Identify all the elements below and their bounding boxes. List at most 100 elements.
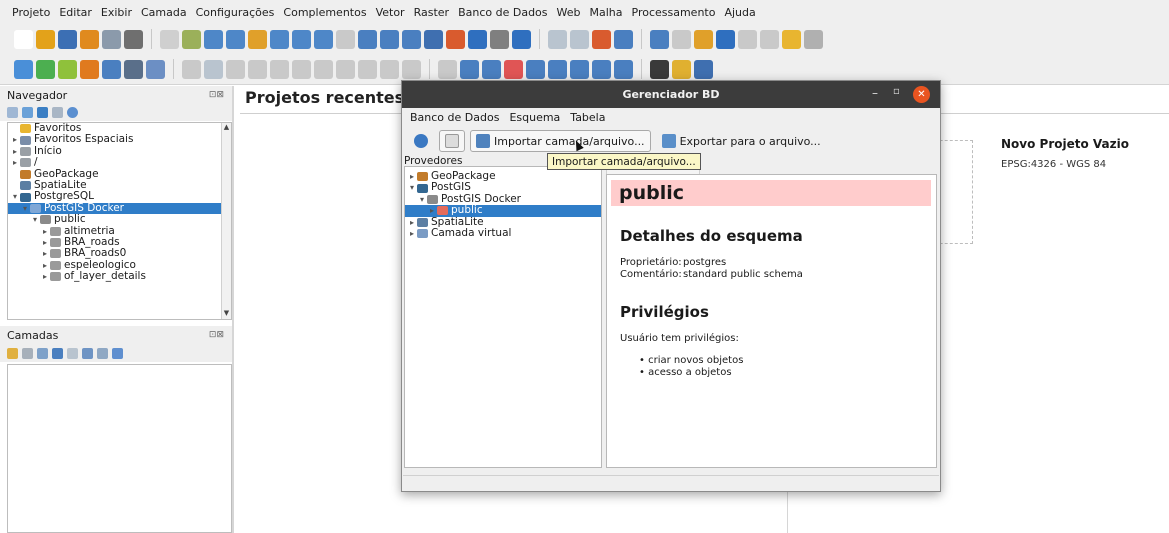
toolbar-tool-icon[interactable]: [14, 59, 33, 79]
visibility-icon[interactable]: [37, 347, 48, 359]
chevron-right-icon[interactable]: ▸: [427, 205, 437, 216]
menu-exibir[interactable]: Exibir: [101, 6, 132, 19]
toolbar-tool-icon[interactable]: [804, 29, 823, 49]
toolbar-tool-icon[interactable]: [650, 29, 669, 49]
menu-editar[interactable]: Editar: [59, 6, 92, 19]
chevron-right-icon[interactable]: ▸: [10, 157, 20, 168]
layers-float-close-icon[interactable]: ⊡⊠: [209, 330, 224, 340]
toolbar-tool-icon[interactable]: [336, 29, 355, 49]
dock-splitter[interactable]: [232, 86, 234, 533]
chevron-right-icon[interactable]: ▸: [10, 134, 20, 145]
toolbar-tool-icon[interactable]: [468, 29, 487, 49]
toolbar-tool-icon[interactable]: [460, 59, 479, 79]
db-menu-banco-de-dados[interactable]: Banco de Dados: [410, 111, 499, 124]
navigator-item-inicio[interactable]: ▸ Início: [8, 145, 231, 157]
chevron-right-icon[interactable]: ▸: [40, 237, 50, 248]
toolbar-tool-icon[interactable]: [716, 29, 735, 49]
import-layer-button[interactable]: Importar camada/arquivo...: [470, 130, 651, 152]
toolbar-tool-icon[interactable]: [548, 59, 567, 79]
toolbar-tool-icon[interactable]: [58, 29, 77, 49]
toolbar-tool-icon[interactable]: [614, 59, 633, 79]
panel-float-close-icon[interactable]: ⊡⊠: [209, 90, 224, 100]
navigator-item-postgis-docker[interactable]: ▾ PostGIS Docker: [8, 202, 231, 215]
menu-projeto[interactable]: Projeto: [12, 6, 50, 19]
navigator-tree[interactable]: Favoritos ▸ Favoritos Espaciais ▸ Início ▸ / Ge…: [7, 122, 232, 320]
chevron-right-icon[interactable]: ▸: [407, 228, 417, 239]
menu-vetor[interactable]: Vetor: [376, 6, 405, 19]
toolbar-tool-icon[interactable]: [336, 59, 355, 79]
toolbar-tool-icon[interactable]: [226, 29, 245, 49]
refresh-icon[interactable]: [22, 107, 33, 118]
toolbar-tool-icon[interactable]: [292, 29, 311, 49]
chevron-right-icon[interactable]: ▸: [40, 271, 50, 282]
toolbar-tool-icon[interactable]: [402, 59, 421, 79]
navigator-scrollbar[interactable]: ▲ ▼: [221, 123, 231, 319]
toolbar-tool-icon[interactable]: [102, 29, 121, 49]
db-menu-esquema[interactable]: Esquema: [509, 111, 560, 124]
toolbar-tool-icon[interactable]: [760, 29, 779, 49]
navigator-item-[interactable]: ▸ /: [8, 156, 231, 168]
providers-tree[interactable]: ▸ GeoPackage ▾ PostGIS ▾ PostGIS Docker ▸ publi…: [404, 166, 602, 468]
chevron-right-icon[interactable]: ▸: [407, 217, 417, 228]
refresh-button[interactable]: [408, 130, 434, 152]
toolbar-tool-icon[interactable]: [36, 29, 55, 49]
toolbar-tool-icon[interactable]: [482, 59, 501, 79]
toolbar-tool-icon[interactable]: [424, 29, 443, 49]
chevron-down-icon[interactable]: ▾: [20, 203, 30, 214]
toolbar-tool-icon[interactable]: [614, 29, 633, 49]
toolbar-tool-icon[interactable]: [402, 29, 421, 49]
toolbar-tool-icon[interactable]: [672, 29, 691, 49]
navigator-item-of-layer-details[interactable]: ▸ of_layer_details: [8, 270, 231, 282]
toolbar-tool-icon[interactable]: [124, 29, 143, 49]
toolbar-tool-icon[interactable]: [146, 59, 165, 79]
chevron-right-icon[interactable]: ▸: [407, 171, 417, 182]
toolbar-tool-icon[interactable]: [270, 29, 289, 49]
db-menu-tabela[interactable]: Tabela: [570, 111, 605, 124]
toolbar-tool-icon[interactable]: [160, 29, 179, 49]
style-icon[interactable]: [7, 347, 18, 359]
maximize-icon[interactable]: ▫: [893, 86, 900, 97]
toolbar-tool-icon[interactable]: [570, 59, 589, 79]
menu-web[interactable]: Web: [557, 6, 581, 19]
toolbar-tool-icon[interactable]: [314, 59, 333, 79]
chevron-right-icon[interactable]: ▸: [40, 226, 50, 237]
provider-item-public[interactable]: ▸ public: [405, 204, 601, 217]
toolbar-tool-icon[interactable]: [248, 29, 267, 49]
menu-banco-de-dados[interactable]: Banco de Dados: [458, 6, 547, 19]
toolbar-tool-icon[interactable]: [592, 29, 611, 49]
expression-filter-icon[interactable]: [67, 347, 78, 359]
menu-raster[interactable]: Raster: [414, 6, 449, 19]
collapse-all-icon[interactable]: [52, 107, 63, 118]
toolbar-tool-icon[interactable]: [446, 29, 465, 49]
toolbar-tool-icon[interactable]: [380, 59, 399, 79]
add-group-icon[interactable]: [22, 347, 33, 359]
toolbar-tool-icon[interactable]: [204, 29, 223, 49]
toolbar-tool-icon[interactable]: [512, 29, 531, 49]
chevron-right-icon[interactable]: ▸: [40, 260, 50, 271]
toolbar-tool-icon[interactable]: [80, 29, 99, 49]
toolbar-tool-icon[interactable]: [672, 59, 691, 79]
toolbar-tool-icon[interactable]: [248, 59, 267, 79]
properties-icon[interactable]: [67, 107, 78, 118]
toolbar-tool-icon[interactable]: [226, 59, 245, 79]
chevron-down-icon[interactable]: ▾: [417, 194, 427, 205]
filter-legend-icon[interactable]: [52, 347, 63, 359]
toolbar-tool-icon[interactable]: [490, 29, 509, 49]
toolbar-tool-icon[interactable]: [58, 59, 77, 79]
minimize-icon[interactable]: –: [872, 86, 878, 100]
toolbar-tool-icon[interactable]: [592, 59, 611, 79]
toolbar-tool-icon[interactable]: [570, 29, 589, 49]
toolbar-tool-icon[interactable]: [526, 59, 545, 79]
toolbar-tool-icon[interactable]: [438, 59, 457, 79]
menu-camada[interactable]: Camada: [141, 6, 187, 19]
add-selected-icon[interactable]: [7, 107, 18, 118]
toolbar-tool-icon[interactable]: [182, 59, 201, 79]
toolbar-tool-icon[interactable]: [358, 59, 377, 79]
chevron-right-icon[interactable]: ▸: [40, 248, 50, 259]
menu-configuracoes[interactable]: Configurações: [196, 6, 275, 19]
export-file-button[interactable]: Exportar para o arquivo...: [656, 130, 827, 152]
chevron-down-icon[interactable]: ▾: [407, 182, 417, 193]
menu-malha[interactable]: Malha: [590, 6, 623, 19]
sql-window-button[interactable]: [439, 130, 465, 152]
provider-item-camada-virtual[interactable]: ▸ Camada virtual: [405, 227, 601, 239]
